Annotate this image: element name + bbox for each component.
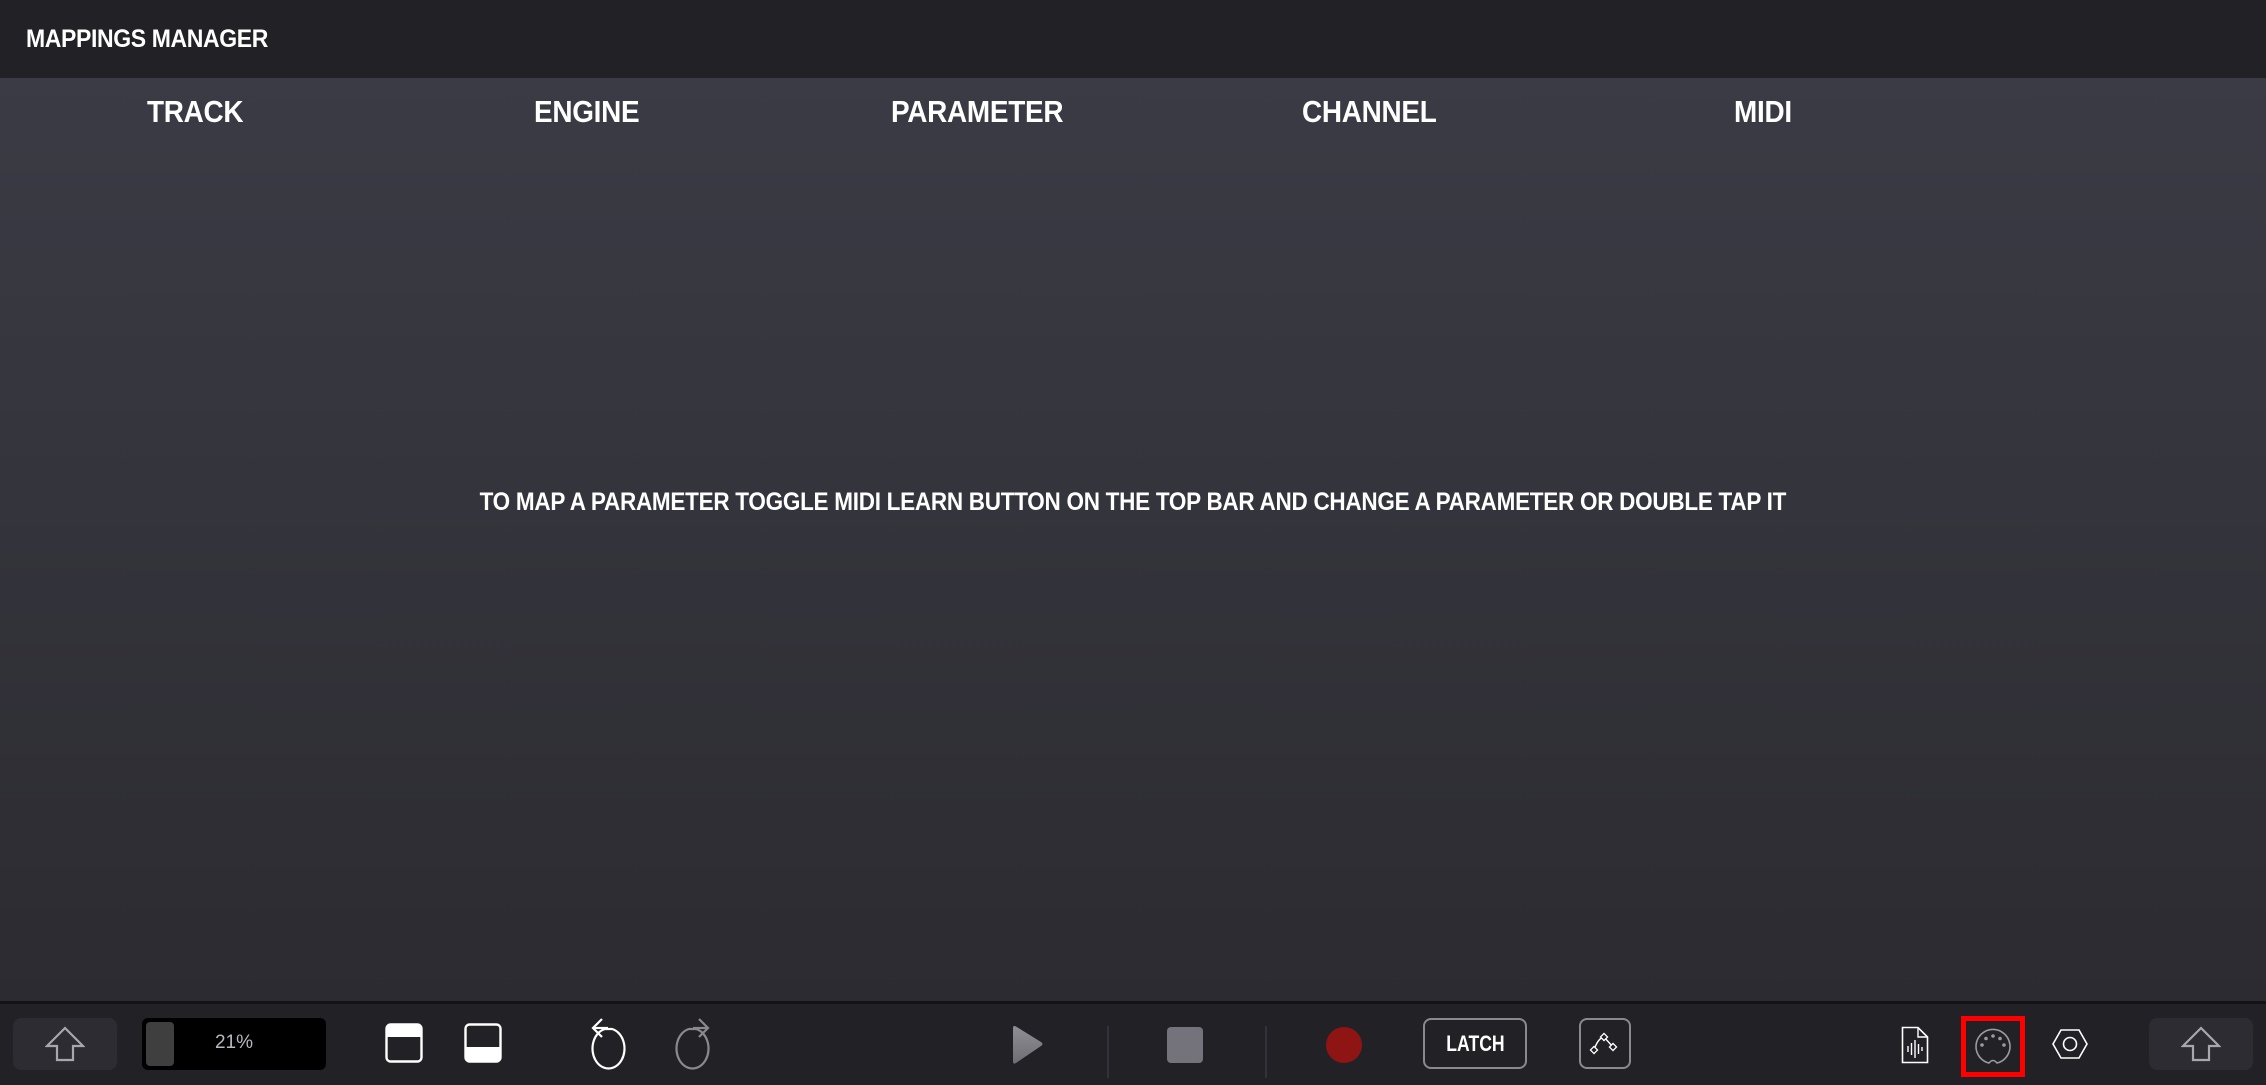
redo-icon — [675, 1018, 710, 1070]
transport-separator — [1265, 1026, 1267, 1078]
undo-icon — [591, 1018, 626, 1070]
record-icon — [1326, 1027, 1362, 1063]
audio-file-icon — [1901, 1026, 1929, 1064]
latch-label: LATCH — [1445, 1030, 1505, 1056]
automation-curve-icon — [1589, 1032, 1618, 1054]
expand-up-button-right[interactable] — [2149, 1018, 2253, 1070]
audio-file-button[interactable] — [1895, 1022, 1935, 1068]
layout-bottom-button[interactable] — [463, 1022, 503, 1064]
layout-top-button[interactable] — [384, 1022, 424, 1064]
midi-mappings-button[interactable] — [1961, 1016, 2025, 1077]
empty-state-text: TO MAP A PARAMETER TOGGLE MIDI LEARN BUT… — [479, 488, 1787, 516]
record-button[interactable] — [1322, 1024, 1366, 1066]
mappings-manager-window: MAPPINGS MANAGER TRACK ENGINE PARAMETER … — [0, 0, 2266, 1085]
title-bar: MAPPINGS MANAGER — [0, 0, 2266, 78]
latch-button[interactable]: LATCH — [1423, 1018, 1527, 1069]
stop-icon — [1167, 1027, 1203, 1063]
zoom-level-label: 21% — [214, 1032, 254, 1053]
settings-button[interactable] — [2050, 1024, 2090, 1064]
column-header-parameter[interactable]: PARAMETER — [891, 94, 1063, 130]
bottom-toolbar: 21% LATCH — [0, 1004, 2266, 1085]
arrow-up-icon — [2181, 1026, 2221, 1062]
column-header-channel[interactable]: CHANNEL — [1302, 94, 1437, 130]
play-button[interactable] — [1002, 1020, 1052, 1070]
column-header-track[interactable]: TRACK — [147, 94, 244, 130]
play-icon — [1013, 1026, 1043, 1064]
panel-top-icon — [385, 1023, 423, 1063]
expand-up-button-left[interactable] — [13, 1018, 117, 1070]
stop-button[interactable] — [1164, 1024, 1206, 1066]
redo-button[interactable] — [667, 1014, 713, 1074]
arrow-up-icon — [45, 1026, 85, 1062]
zoom-level-control[interactable]: 21% — [142, 1018, 326, 1070]
transport-separator — [1107, 1026, 1109, 1078]
panel-bottom-icon — [464, 1023, 502, 1063]
column-header-midi[interactable]: MIDI — [1734, 94, 1792, 130]
midi-din-icon — [1975, 1028, 2011, 1064]
hex-nut-icon — [2052, 1029, 2088, 1059]
window-title: MAPPINGS MANAGER — [26, 25, 269, 53]
column-header-engine[interactable]: ENGINE — [534, 94, 640, 130]
undo-button[interactable] — [588, 1014, 634, 1074]
mappings-table: TRACK ENGINE PARAMETER CHANNEL MIDI TO M… — [0, 78, 2266, 1001]
empty-state-message: TO MAP A PARAMETER TOGGLE MIDI LEARN BUT… — [0, 488, 2266, 517]
automation-mode-button[interactable] — [1579, 1018, 1631, 1069]
